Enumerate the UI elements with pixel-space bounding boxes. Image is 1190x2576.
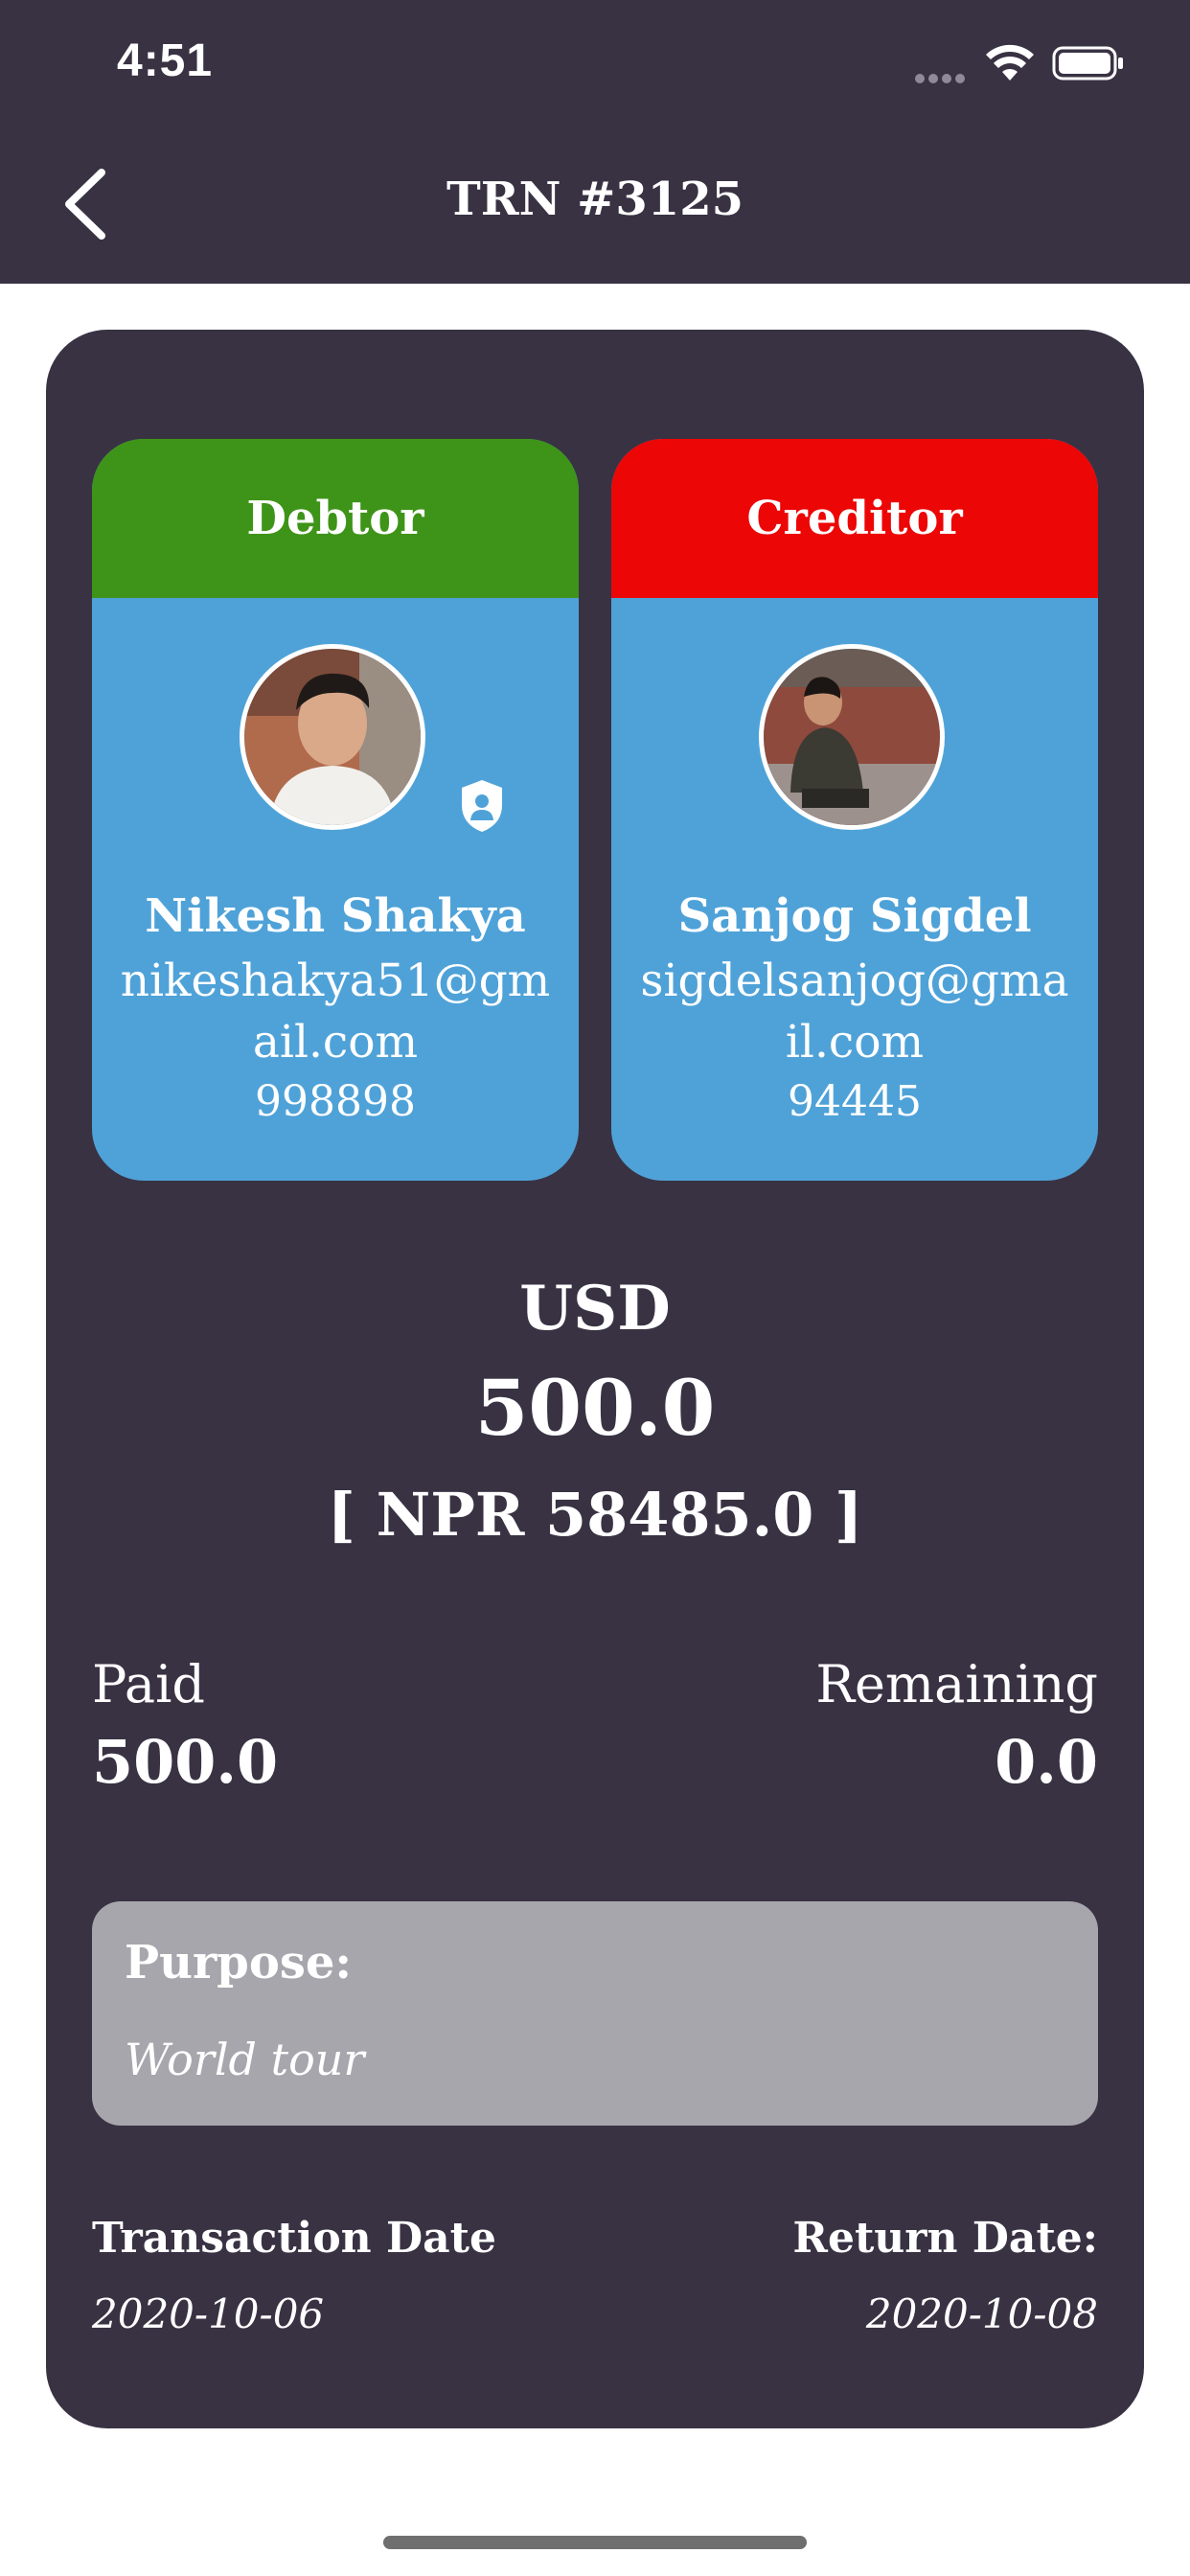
creditor-email: sigdelsanjog@gmail.com: [640, 954, 1069, 1069]
paid-value: 500.0: [92, 1727, 279, 1797]
page-title: TRN #3125: [446, 172, 744, 226]
paid-label: Paid: [92, 1654, 205, 1714]
purpose-text: World tour: [125, 2034, 365, 2085]
cellular-signal-icon: [915, 69, 969, 83]
home-indicator[interactable]: [383, 2536, 807, 2549]
debtor-phone: 998898: [255, 1077, 416, 1126]
debtor-email: nikeshakya51@gmail.com: [120, 954, 551, 1069]
debtor-label: Debtor: [92, 439, 579, 598]
creditor-card[interactable]: Creditor Sanjog Sigdel sigdelsanjog@gmai…: [611, 439, 1098, 1181]
creditor-phone: 94445: [788, 1077, 922, 1126]
transaction-date-label: Transaction Date: [92, 2214, 496, 2263]
purpose-box: Purpose: World tour: [92, 1901, 1098, 2126]
creditor-label: Creditor: [611, 439, 1098, 598]
user-shield-icon: [462, 780, 502, 832]
return-date-label: Return Date:: [792, 2214, 1098, 2263]
navigation-bar: 4:51 TRN #3125: [0, 0, 1190, 284]
currency-code: USD: [519, 1273, 671, 1345]
debtor-card[interactable]: Debtor Nikesh Shakya nikeshakya51@gmail.…: [92, 439, 579, 1181]
purpose-label: Purpose:: [125, 1936, 353, 1990]
debtor-name: Nikesh Shakya: [145, 889, 526, 943]
status-time: 4:51: [117, 35, 214, 86]
transaction-amount: 500.0: [474, 1363, 716, 1453]
transaction-card: Debtor Nikesh Shakya nikeshakya51@gmail.…: [46, 330, 1144, 2428]
wifi-icon: [986, 44, 1034, 80]
creditor-name: Sanjog Sigdel: [677, 889, 1032, 943]
battery-icon: [1052, 46, 1123, 80]
return-date-value: 2020-10-08: [865, 2290, 1098, 2337]
debtor-avatar: [240, 644, 425, 830]
transaction-date-value: 2020-10-06: [92, 2290, 325, 2337]
creditor-avatar: [759, 644, 945, 830]
remaining-value: 0.0: [995, 1727, 1098, 1797]
local-currency-amount: [ NPR 58485.0 ]: [327, 1480, 863, 1550]
remaining-label: Remaining: [815, 1654, 1098, 1714]
